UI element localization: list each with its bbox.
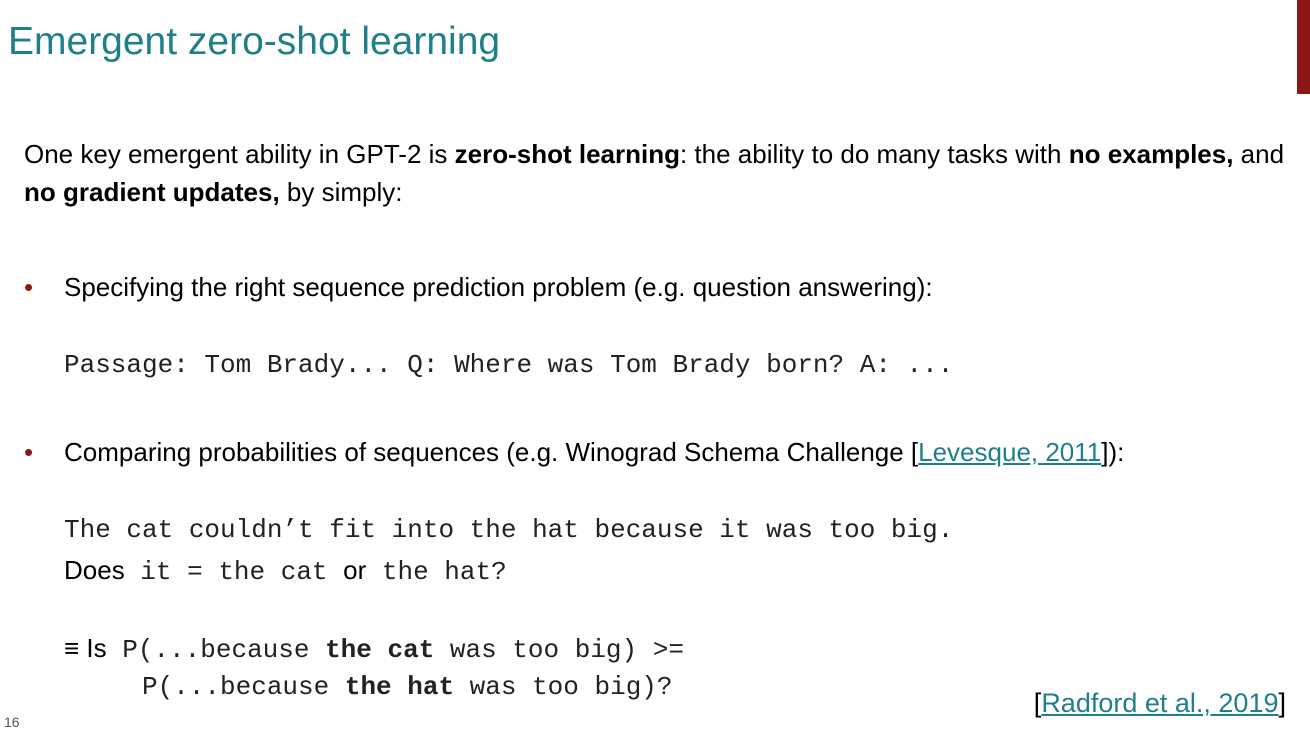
- accent-bar: [1297, 0, 1310, 94]
- citation: [Radford et al., 2019]: [1034, 688, 1286, 719]
- equivalence-symbol: ≡: [64, 633, 80, 663]
- slide-title: Emergent zero-shot learning: [8, 20, 501, 63]
- bullet-sequence-prediction: • Specifying the right sequence predictio…: [24, 270, 933, 304]
- equiv-line2-b: was too big)?: [454, 672, 673, 702]
- radford-link[interactable]: Radford et al., 2019: [1041, 688, 1278, 718]
- intro-text-4: by simply:: [279, 177, 403, 207]
- equivalence-line-1: ≡ Is P(...because the cat was too big) >…: [64, 629, 684, 669]
- bullet-text-before: Comparing probabilities of sequences (e.…: [64, 437, 919, 467]
- equiv-line1-bold: the cat: [325, 635, 435, 665]
- equiv-line1-b: was too big) >=: [434, 635, 684, 665]
- citation-close: ]: [1278, 688, 1286, 718]
- winograd-question-a: it = the cat: [124, 557, 344, 587]
- intro-bold-no-gradient: no gradient updates,: [24, 177, 280, 207]
- or-label: or: [343, 555, 367, 585]
- bullet-marker: •: [24, 272, 34, 302]
- winograd-sentence: The cat couldn’t fit into the hat becaus…: [64, 515, 954, 545]
- intro-text-1: One key emergent ability in GPT-2 is: [24, 139, 455, 169]
- equivalence-line-2: P(...because the hat was too big)?: [142, 668, 673, 706]
- slide-number: 16: [4, 714, 20, 730]
- intro-paragraph: One key emergent ability in GPT-2 is zer…: [24, 135, 1294, 211]
- bullet-comparing-probabilities: • Comparing probabilities of sequences (e…: [24, 435, 1124, 469]
- bullet-text: Specifying the right sequence prediction…: [64, 272, 933, 302]
- bullet-text-after: ]):: [1101, 437, 1125, 467]
- does-label: Does: [64, 555, 125, 585]
- intro-bold-zero-shot: zero-shot learning: [454, 139, 680, 169]
- is-label: Is: [86, 633, 107, 663]
- equiv-line2-bold: the hat: [344, 672, 455, 702]
- qa-example: Passage: Tom Brady... Q: Where was Tom B…: [64, 350, 954, 380]
- equiv-line1-a: P(...because: [106, 635, 326, 665]
- winograd-question-b: the hat?: [366, 557, 507, 587]
- bullet-marker: •: [24, 437, 34, 467]
- intro-text-3: and: [1233, 139, 1285, 169]
- intro-text-2: : the ability to do many tasks with: [679, 139, 1069, 169]
- equiv-line2-a: P(...because: [142, 672, 345, 702]
- intro-bold-no-examples: no examples,: [1068, 139, 1234, 169]
- winograd-question: Does it = the cat or the hat?: [64, 551, 507, 591]
- levesque-link[interactable]: Levesque, 2011: [918, 437, 1101, 467]
